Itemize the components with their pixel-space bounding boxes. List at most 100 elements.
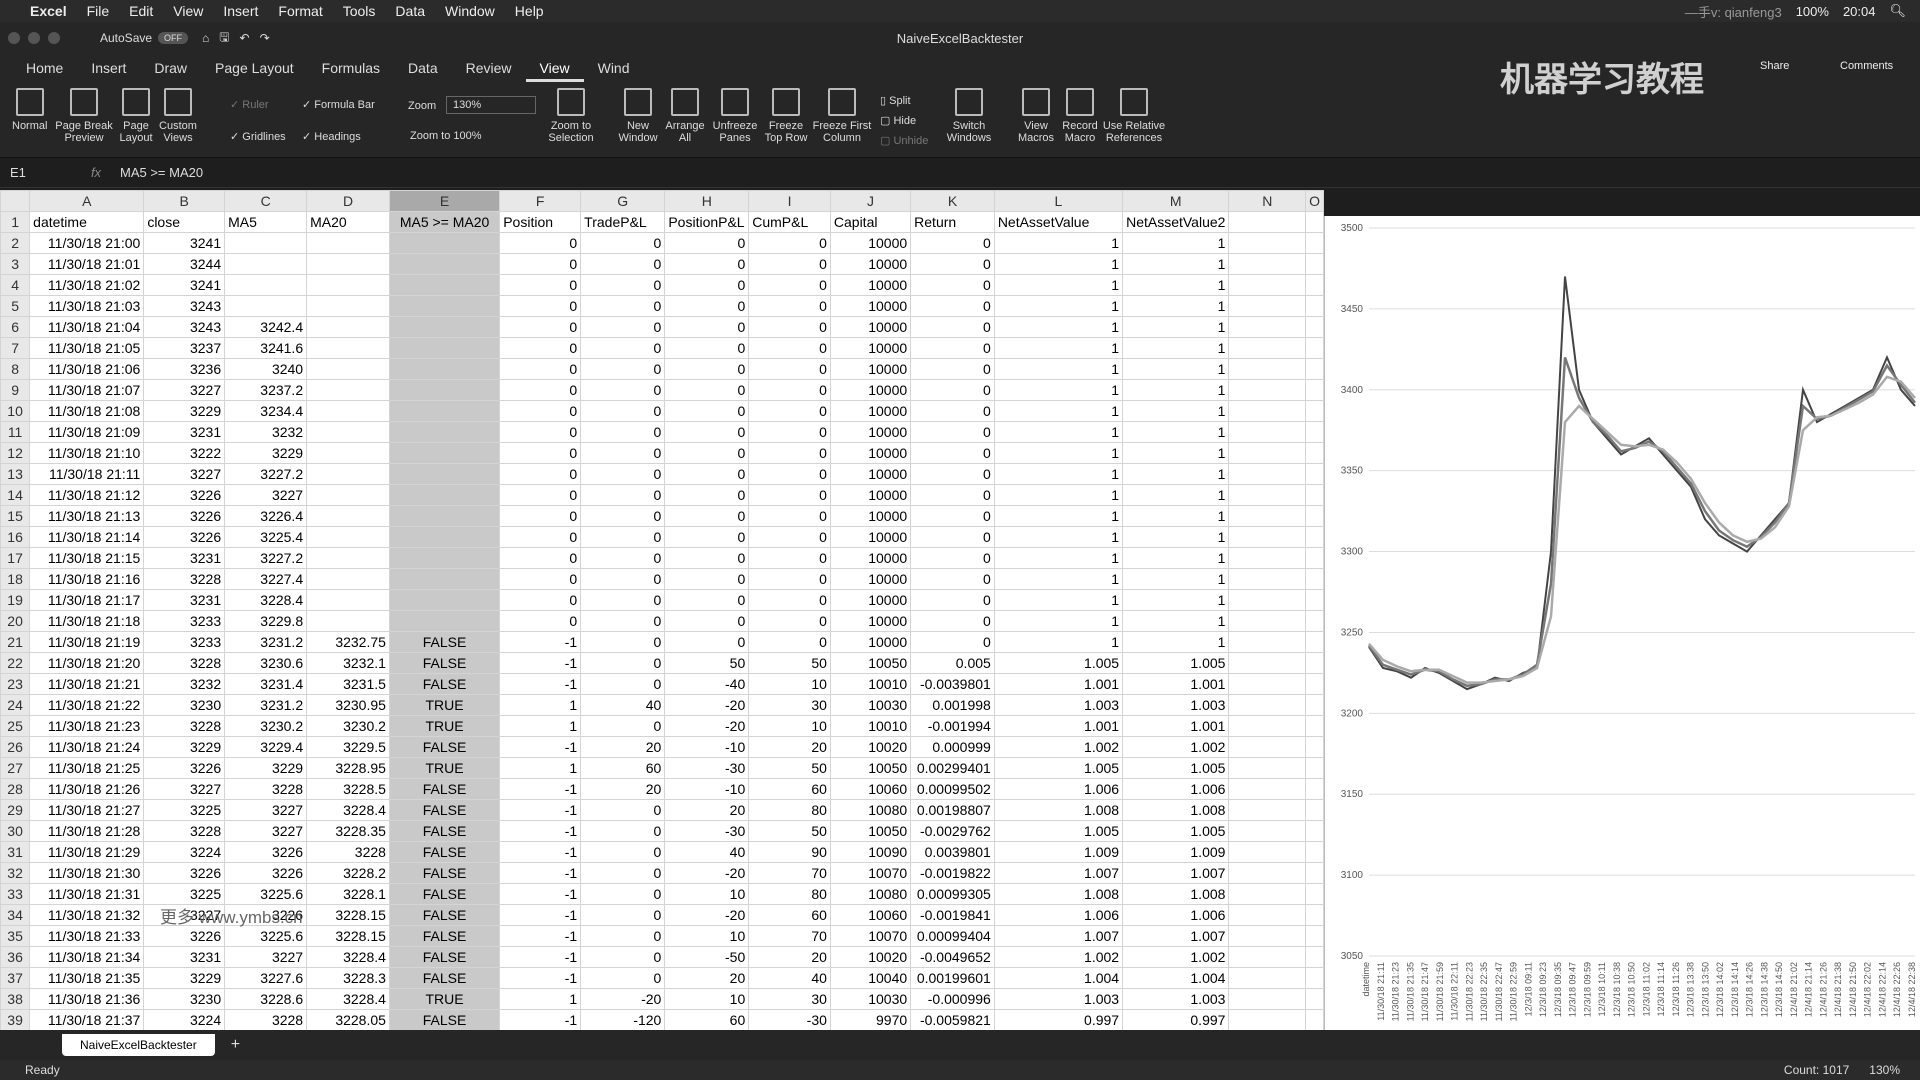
cell[interactable]: 0: [580, 610, 666, 632]
cell[interactable]: 1: [993, 253, 1124, 275]
cell[interactable]: 1.005: [1122, 652, 1230, 674]
cell[interactable]: 1.006: [993, 778, 1124, 800]
cell[interactable]: 1: [1122, 631, 1230, 653]
gridlines-checkbox[interactable]: ✓ Gridlines: [230, 130, 286, 143]
cell[interactable]: 3231.5: [306, 673, 390, 695]
cell[interactable]: 1: [1122, 526, 1230, 548]
cell[interactable]: 3231.2: [224, 694, 308, 716]
cell[interactable]: 1.003: [993, 988, 1124, 1010]
cell[interactable]: [1305, 526, 1324, 548]
cell[interactable]: 60: [664, 1009, 750, 1030]
cell[interactable]: [388, 610, 501, 632]
cell[interactable]: [1305, 610, 1324, 632]
cell[interactable]: 1: [993, 589, 1124, 611]
cell[interactable]: 3228.15: [306, 904, 390, 926]
cell[interactable]: [388, 547, 501, 569]
cell[interactable]: 11/30/18 21:25: [29, 757, 145, 779]
cell[interactable]: [1228, 841, 1307, 863]
cell[interactable]: 0: [748, 442, 831, 464]
cell[interactable]: 3228.2: [306, 862, 390, 884]
cell[interactable]: 10000: [829, 589, 912, 611]
cell[interactable]: datetime: [29, 211, 145, 233]
cell[interactable]: 1.002: [1122, 946, 1230, 968]
freeze-top-row-button[interactable]: Freeze Top Row: [764, 88, 808, 144]
cell[interactable]: [1305, 232, 1324, 254]
cell[interactable]: 3228.4: [306, 988, 390, 1010]
cell[interactable]: 10000: [829, 442, 912, 464]
cell[interactable]: 0: [748, 274, 831, 296]
cell[interactable]: 0: [499, 253, 582, 275]
cell[interactable]: 0: [580, 379, 666, 401]
cell[interactable]: 1: [1122, 400, 1230, 422]
cell[interactable]: 0: [910, 337, 995, 359]
cell[interactable]: 3231: [143, 946, 226, 968]
cell[interactable]: 10: [748, 715, 831, 737]
cell[interactable]: 3224: [143, 1009, 226, 1030]
cell[interactable]: 11/30/18 21:31: [29, 883, 145, 905]
cell[interactable]: 3230.2: [306, 715, 390, 737]
cell[interactable]: 0: [580, 652, 666, 674]
cell[interactable]: [1228, 694, 1307, 716]
cell[interactable]: 1: [993, 547, 1124, 569]
cell[interactable]: 3229.4: [224, 736, 308, 758]
cell[interactable]: 11/30/18 21:15: [29, 547, 145, 569]
cell[interactable]: 0: [910, 421, 995, 443]
headings-checkbox[interactable]: ✓ Headings: [302, 130, 361, 143]
cell[interactable]: 50: [664, 652, 750, 674]
cell[interactable]: 1.003: [1122, 694, 1230, 716]
row-header[interactable]: 2: [0, 232, 31, 254]
cell[interactable]: 11/30/18 21:29: [29, 841, 145, 863]
cell[interactable]: 0: [748, 421, 831, 443]
row-header[interactable]: 37: [0, 967, 31, 989]
row-header[interactable]: 36: [0, 946, 31, 968]
cell[interactable]: 11/30/18 21:32: [29, 904, 145, 926]
cell[interactable]: 1.001: [993, 715, 1124, 737]
cell[interactable]: 0: [748, 547, 831, 569]
cell[interactable]: 0: [580, 841, 666, 863]
menu-edit[interactable]: Edit: [119, 3, 163, 19]
cell[interactable]: 0.00099404: [910, 925, 995, 947]
cell[interactable]: 1: [1122, 484, 1230, 506]
cell[interactable]: 11/30/18 21:06: [29, 358, 145, 380]
cell[interactable]: [1305, 631, 1324, 653]
cell[interactable]: 1: [1122, 316, 1230, 338]
cell[interactable]: 10080: [829, 799, 912, 821]
relative-references-button[interactable]: Use Relative References: [1102, 88, 1166, 144]
cell[interactable]: 0.00099502: [910, 778, 995, 800]
cell[interactable]: -1: [499, 673, 582, 695]
cell[interactable]: FALSE: [388, 631, 501, 653]
cell[interactable]: 3232.75: [306, 631, 390, 653]
cell[interactable]: 0: [664, 274, 750, 296]
cell[interactable]: 10000: [829, 421, 912, 443]
cell[interactable]: 3227.6: [224, 967, 308, 989]
cell[interactable]: TRUE: [388, 715, 501, 737]
cell[interactable]: 11/30/18 21:00: [29, 232, 145, 254]
cell[interactable]: 0: [580, 316, 666, 338]
cell[interactable]: 1: [1122, 547, 1230, 569]
cell[interactable]: 11/30/18 21:05: [29, 337, 145, 359]
cell[interactable]: 0: [580, 253, 666, 275]
cell[interactable]: 0.000999: [910, 736, 995, 758]
cell[interactable]: 60: [748, 904, 831, 926]
cell[interactable]: [388, 316, 501, 338]
cell[interactable]: [1305, 694, 1324, 716]
cell[interactable]: 11/30/18 21:27: [29, 799, 145, 821]
cell[interactable]: 0: [748, 463, 831, 485]
hide-button[interactable]: ▢ Hide: [880, 114, 916, 127]
row-header[interactable]: 26: [0, 736, 31, 758]
cell[interactable]: 0: [910, 442, 995, 464]
cell[interactable]: -1: [499, 883, 582, 905]
cell[interactable]: 0: [499, 547, 582, 569]
cell[interactable]: 10000: [829, 337, 912, 359]
cell[interactable]: 3229: [224, 757, 308, 779]
cell[interactable]: [1305, 400, 1324, 422]
cell[interactable]: 11/30/18 21:12: [29, 484, 145, 506]
cell[interactable]: 0: [910, 484, 995, 506]
column-header-D[interactable]: D: [306, 190, 390, 212]
cell[interactable]: [306, 421, 390, 443]
row-header[interactable]: 3: [0, 253, 31, 275]
cell[interactable]: 3240: [224, 358, 308, 380]
cell[interactable]: 3227: [143, 778, 226, 800]
cell[interactable]: [388, 274, 501, 296]
cell[interactable]: 3227.2: [224, 463, 308, 485]
